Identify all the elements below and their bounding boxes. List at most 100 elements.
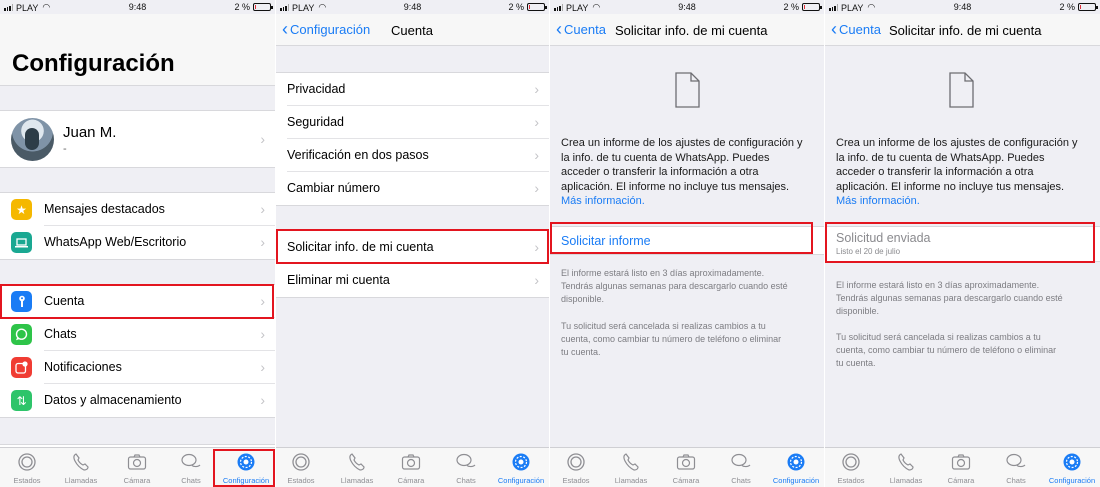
back-label: Cuenta bbox=[564, 22, 606, 37]
tab-label: Estados bbox=[13, 476, 41, 485]
back-label: Configuración bbox=[290, 22, 371, 37]
tab-label: Configuración bbox=[772, 476, 820, 485]
star-icon: ★ bbox=[11, 199, 32, 220]
nav-bar: ‹ Cuenta Solicitar info. de mi cuenta bbox=[825, 14, 1100, 46]
tab-calls[interactable]: Llamadas bbox=[881, 452, 931, 485]
chevron-right-icon: › bbox=[534, 114, 539, 130]
chevron-right-icon: › bbox=[260, 359, 265, 375]
item-label: Seguridad bbox=[287, 115, 344, 129]
chevron-right-icon: › bbox=[534, 272, 539, 288]
chevron-right-icon: › bbox=[260, 131, 265, 147]
info-line: Crea un informe de los ajustes de config… bbox=[836, 137, 1078, 149]
more-info-link[interactable]: Más información. bbox=[561, 194, 814, 209]
settings-item-starred[interactable]: ★ Mensajes destacados › bbox=[0, 193, 275, 226]
info-line: Crea un informe de los ajustes de config… bbox=[561, 137, 803, 149]
tab-chats[interactable]: Chats bbox=[716, 452, 766, 485]
tab-label: Chats bbox=[731, 476, 751, 485]
account-item-two-step[interactable]: Verificación en dos pasos › bbox=[276, 139, 549, 172]
info-line: la info. de tu cuenta de WhatsApp. Puede… bbox=[561, 151, 770, 164]
status-icon bbox=[292, 453, 310, 471]
more-info-link[interactable]: Más información. bbox=[836, 194, 1090, 209]
info-description: Crea un informe de los ajustes de config… bbox=[836, 136, 1090, 209]
chat-bubbles-icon bbox=[731, 453, 751, 468]
profile-name: Juan M. bbox=[63, 124, 117, 141]
tab-camera[interactable]: Cámara bbox=[661, 452, 711, 485]
notification-icon bbox=[11, 357, 32, 378]
battery-icon bbox=[1078, 3, 1098, 11]
avatar bbox=[11, 118, 54, 161]
tab-camera[interactable]: Cámara bbox=[936, 452, 986, 485]
back-button[interactable]: ‹ Cuenta bbox=[831, 20, 881, 38]
tab-settings[interactable]: Configuración bbox=[1047, 452, 1097, 485]
footer-line: disponible. bbox=[561, 294, 605, 304]
item-label: Eliminar mi cuenta bbox=[287, 273, 390, 287]
tab-chats[interactable]: Chats bbox=[166, 452, 216, 485]
tab-chats[interactable]: Chats bbox=[991, 452, 1041, 485]
battery-icon bbox=[802, 3, 822, 11]
settings-item-label: Datos y almacenamiento bbox=[44, 393, 182, 407]
account-item-privacy[interactable]: Privacidad › bbox=[276, 73, 549, 106]
document-icon bbox=[949, 72, 974, 108]
tab-label: Cámara bbox=[397, 476, 425, 485]
page-title: Configuración bbox=[12, 50, 175, 77]
chat-bubbles-icon bbox=[181, 453, 201, 468]
tab-calls[interactable]: Llamadas bbox=[332, 452, 382, 485]
tab-calls[interactable]: Llamadas bbox=[56, 452, 106, 485]
tab-label: Chats bbox=[456, 476, 476, 485]
tab-status[interactable]: Estados bbox=[551, 452, 601, 485]
battery-icon bbox=[253, 3, 273, 11]
profile-status: - bbox=[63, 143, 67, 155]
document-icon bbox=[675, 72, 700, 108]
phone-icon bbox=[898, 453, 914, 471]
item-label: Verificación en dos pasos bbox=[287, 148, 429, 162]
chevron-right-icon: › bbox=[534, 81, 539, 97]
nav-title: Solicitar info. de mi cuenta bbox=[615, 23, 768, 38]
phone-icon bbox=[623, 453, 639, 471]
tab-status[interactable]: Estados bbox=[826, 452, 876, 485]
chevron-left-icon: ‹ bbox=[282, 19, 288, 39]
chevron-right-icon: › bbox=[260, 392, 265, 408]
tab-camera[interactable]: Cámara bbox=[112, 452, 162, 485]
status-bar: PLAY ◠ 9:48 2 % bbox=[276, 0, 549, 14]
chevron-right-icon: › bbox=[534, 147, 539, 163]
settings-item-notifications[interactable]: Notificaciones › bbox=[0, 351, 275, 384]
chevron-left-icon: ‹ bbox=[556, 19, 562, 39]
request-sent-screen: PLAY ◠ 9:48 2 % ‹ Cuenta Solicitar info. d… bbox=[825, 0, 1100, 487]
chat-bubbles-icon bbox=[456, 453, 476, 468]
status-bar: PLAY ◠ 9:48 2 % bbox=[550, 0, 824, 14]
tab-settings[interactable]: Configuración bbox=[496, 452, 546, 485]
back-button[interactable]: ‹ Configuración bbox=[282, 19, 371, 39]
tab-calls[interactable]: Llamadas bbox=[606, 452, 656, 485]
battery-icon bbox=[527, 3, 547, 11]
account-item-delete[interactable]: Eliminar mi cuenta › bbox=[276, 264, 549, 297]
large-title-header: Configuración bbox=[0, 14, 275, 86]
info-line: aplicación. El informe no incluye tus me… bbox=[836, 180, 1065, 193]
tab-label: Chats bbox=[181, 476, 201, 485]
tab-status[interactable]: Estados bbox=[276, 452, 326, 485]
back-button[interactable]: ‹ Cuenta bbox=[556, 19, 606, 39]
footer-note-2: Tu solicitud será cancelada si realizas … bbox=[561, 320, 814, 359]
battery-label: 2 % bbox=[783, 2, 799, 12]
tab-status[interactable]: Estados bbox=[2, 452, 52, 485]
settings-item-data[interactable]: ⇅ Datos y almacenamiento › bbox=[0, 384, 275, 417]
nav-bar: ‹ Configuración Cuenta bbox=[276, 14, 549, 46]
account-item-change-number[interactable]: Cambiar número › bbox=[276, 172, 549, 205]
tab-label: Chats bbox=[1006, 476, 1026, 485]
footer-line: Tu solicitud será cancelada si realizas … bbox=[561, 321, 766, 331]
tab-camera[interactable]: Cámara bbox=[386, 452, 436, 485]
settings-item-label: Chats bbox=[44, 327, 77, 341]
highlight-request-info bbox=[276, 229, 549, 264]
chevron-right-icon: › bbox=[260, 201, 265, 217]
info-line: la info. de tu cuenta de WhatsApp. Puede… bbox=[836, 151, 1045, 164]
account-screen: PLAY ◠ 9:48 2 % ‹ Configuración Cuenta Pri… bbox=[276, 0, 549, 487]
footer-line: El informe estará listo en 3 días aproxi… bbox=[836, 280, 1040, 290]
settings-item-web[interactable]: WhatsApp Web/Escritorio › bbox=[0, 226, 275, 259]
footer-note-1: El informe estará listo en 3 días aproxi… bbox=[561, 267, 814, 306]
highlight-settings-tab bbox=[213, 449, 275, 487]
info-line: acceder o transferir la información a ot… bbox=[836, 166, 1034, 178]
settings-item-chats[interactable]: Chats › bbox=[0, 318, 275, 351]
profile-row[interactable]: Juan M. - › bbox=[0, 111, 275, 167]
tab-settings[interactable]: Configuración bbox=[771, 452, 821, 485]
tab-chats[interactable]: Chats bbox=[441, 452, 491, 485]
account-item-security[interactable]: Seguridad › bbox=[276, 106, 549, 139]
